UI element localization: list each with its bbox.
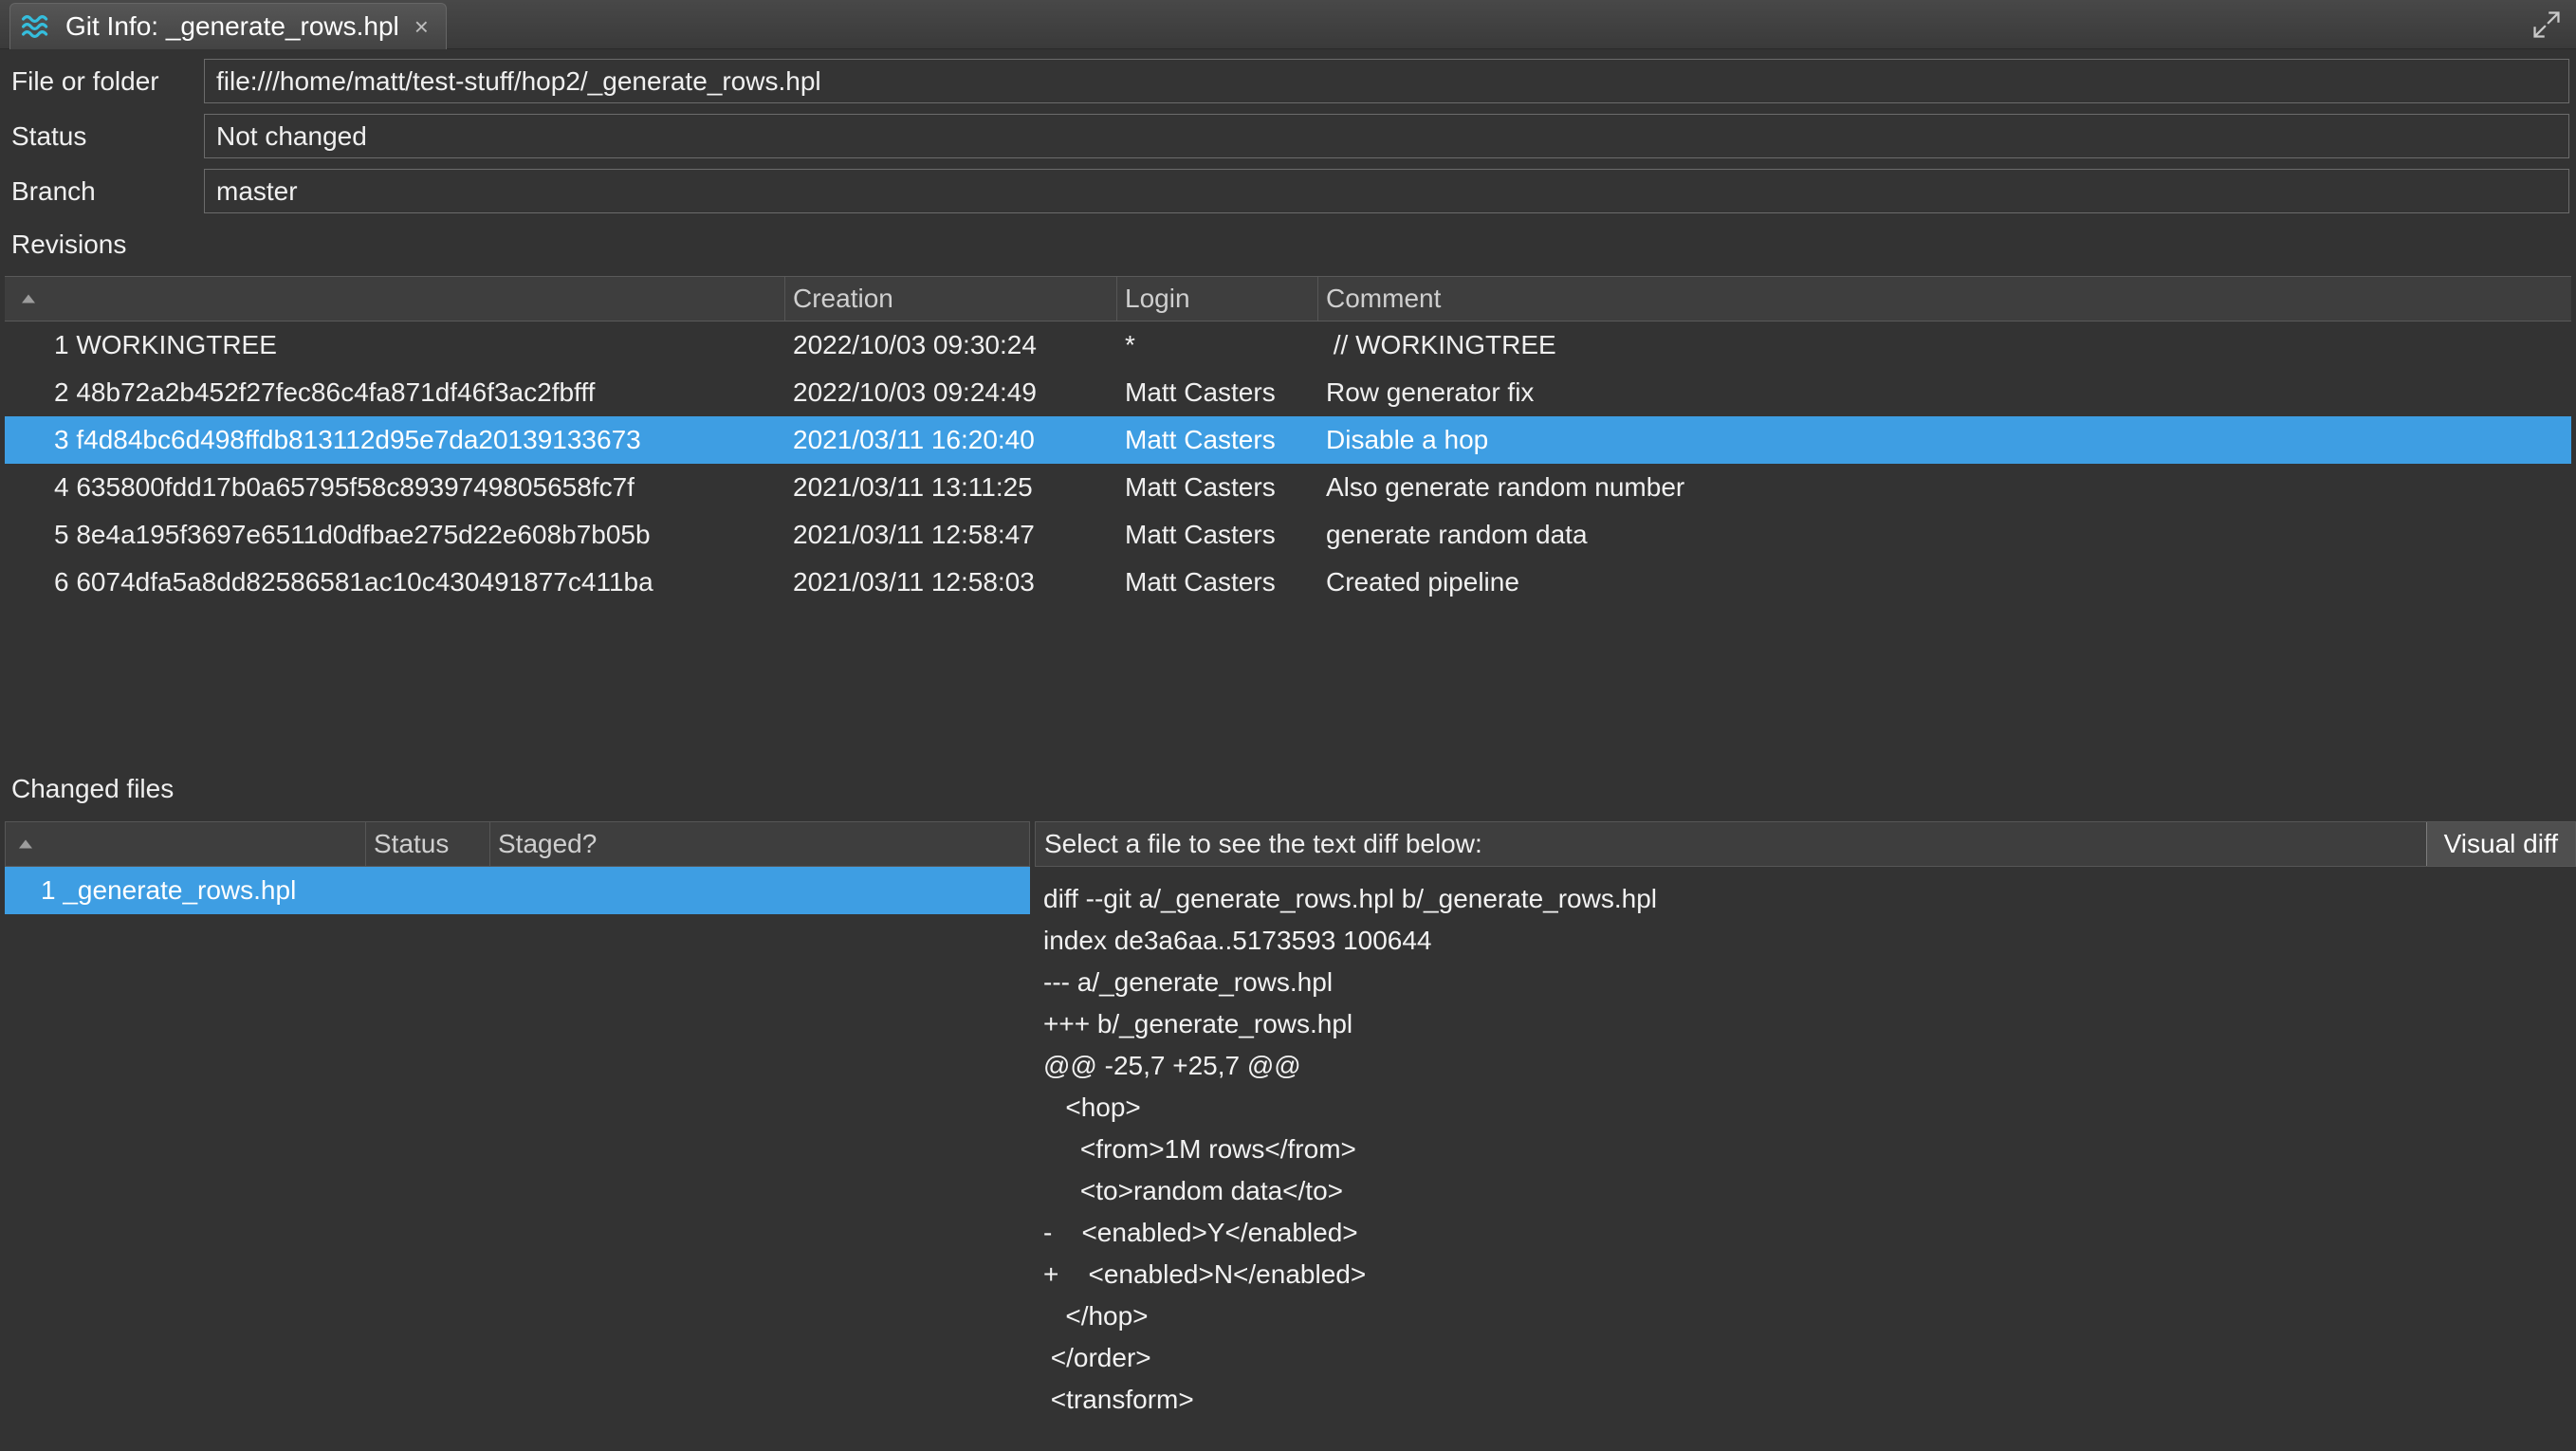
branch-input[interactable] xyxy=(204,169,2569,213)
diff-panel: Select a file to see the text diff below… xyxy=(1035,821,2576,1451)
revision-comment-cell: // WORKINGTREE xyxy=(1318,321,2571,369)
revision-row[interactable]: 4 635800fdd17b0a65795f58c8939749805658fc… xyxy=(5,464,2571,511)
revisions-table-header: # RevisionId Creation Login Comment xyxy=(5,276,2571,321)
revision-id-cell: 6 6074dfa5a8dd82586581ac10c430491877c411… xyxy=(5,559,785,606)
hop-logo-icon xyxy=(20,11,54,42)
column-header-filename[interactable]: # Filename xyxy=(6,822,366,866)
column-header-comment[interactable]: Comment xyxy=(1318,277,2571,321)
revisions-section-label: Revisions xyxy=(11,228,126,262)
revision-creation-cell: 2022/10/03 09:30:24 xyxy=(785,321,1117,369)
revision-creation-cell: 2022/10/03 09:24:49 xyxy=(785,369,1117,416)
changed-file-row-selected[interactable]: 1 _generate_rows.hpl xyxy=(5,867,1030,914)
revision-login-cell: Matt Casters xyxy=(1117,369,1318,416)
sort-ascending-icon xyxy=(22,295,35,303)
file-or-folder-row: File or folder xyxy=(0,59,2576,103)
branch-label: Branch xyxy=(11,169,96,213)
changed-file-name-cell: 1 _generate_rows.hpl xyxy=(5,867,365,914)
revision-comment-cell: Row generator fix xyxy=(1318,369,2571,416)
revision-creation-cell: 2021/03/11 13:11:25 xyxy=(785,464,1117,511)
changed-file-status-cell xyxy=(365,867,489,914)
revision-id-cell: 3 f4d84bc6d498ffdb813112d95e7da201391336… xyxy=(5,416,785,464)
visual-diff-button[interactable]: Visual diff xyxy=(2426,822,2575,866)
diff-prompt-label: Select a file to see the text diff below… xyxy=(1044,829,1482,859)
revision-row[interactable]: 5 8e4a195f3697e6511d0dfbae275d22e608b7b0… xyxy=(5,511,2571,559)
revision-creation-cell: 2021/03/11 12:58:47 xyxy=(785,511,1117,559)
column-header-staged[interactable]: Staged? xyxy=(490,822,1029,866)
revision-creation-cell: 2021/03/11 12:58:03 xyxy=(785,559,1117,606)
diff-text[interactable]: diff --git a/_generate_rows.hpl b/_gener… xyxy=(1035,867,2576,1451)
tab-title: Git Info: _generate_rows.hpl xyxy=(65,11,399,42)
revision-id-cell: 4 635800fdd17b0a65795f58c8939749805658fc… xyxy=(5,464,785,511)
revision-login-cell: Matt Casters xyxy=(1117,511,1318,559)
revisions-table: # RevisionId Creation Login Comment 1 WO… xyxy=(5,276,2571,606)
file-or-folder-label: File or folder xyxy=(11,59,159,103)
revision-comment-cell: Created pipeline xyxy=(1318,559,2571,606)
revision-login-cell: * xyxy=(1117,321,1318,369)
status-label: Status xyxy=(11,114,86,158)
revision-row[interactable]: 2 48b72a2b452f27fec86c4fa871df46f3ac2fbf… xyxy=(5,369,2571,416)
column-header-creation[interactable]: Creation xyxy=(785,277,1117,321)
tab-git-info[interactable]: Git Info: _generate_rows.hpl × xyxy=(9,3,447,49)
revision-login-cell: Matt Casters xyxy=(1117,559,1318,606)
minimize-restore-icon[interactable] xyxy=(2530,9,2563,41)
git-info-panel: Git Info: _generate_rows.hpl × File or f… xyxy=(0,0,2576,1451)
column-header-revisionid[interactable]: # RevisionId xyxy=(5,277,785,321)
file-or-folder-input[interactable] xyxy=(204,59,2569,103)
revision-id-cell: 1 WORKINGTREE xyxy=(5,321,785,369)
branch-row: Branch xyxy=(0,169,2576,213)
column-header-login[interactable]: Login xyxy=(1117,277,1318,321)
changed-files-table-header: # Filename Status Staged? xyxy=(5,821,1030,867)
tab-bar: Git Info: _generate_rows.hpl × xyxy=(0,0,2576,49)
revision-row[interactable]: 1 WORKINGTREE 2022/10/03 09:30:24 * // W… xyxy=(5,321,2571,369)
revision-id-cell: 2 48b72a2b452f27fec86c4fa871df46f3ac2fbf… xyxy=(5,369,785,416)
revision-comment-cell: generate random data xyxy=(1318,511,2571,559)
revision-comment-cell: Also generate random number xyxy=(1318,464,2571,511)
revision-row[interactable]: 6 6074dfa5a8dd82586581ac10c430491877c411… xyxy=(5,559,2571,606)
changed-files-section-label: Changed files xyxy=(11,772,174,806)
revision-id-cell: 5 8e4a195f3697e6511d0dfbae275d22e608b7b0… xyxy=(5,511,785,559)
column-header-status[interactable]: Status xyxy=(366,822,490,866)
sort-ascending-icon xyxy=(19,840,32,849)
tab-close-icon[interactable]: × xyxy=(411,14,432,39)
changed-file-staged-cell xyxy=(489,867,1030,914)
changed-files-table: # Filename Status Staged? 1 _generate_ro… xyxy=(5,821,1030,1451)
revision-comment-cell: Disable a hop xyxy=(1318,416,2571,464)
diff-header: Select a file to see the text diff below… xyxy=(1035,821,2576,867)
revision-login-cell: Matt Casters xyxy=(1117,464,1318,511)
revision-creation-cell: 2021/03/11 16:20:40 xyxy=(785,416,1117,464)
status-input[interactable] xyxy=(204,114,2569,158)
status-row: Status xyxy=(0,114,2576,158)
revision-login-cell: Matt Casters xyxy=(1117,416,1318,464)
revision-row-selected[interactable]: 3 f4d84bc6d498ffdb813112d95e7da201391336… xyxy=(5,416,2571,464)
